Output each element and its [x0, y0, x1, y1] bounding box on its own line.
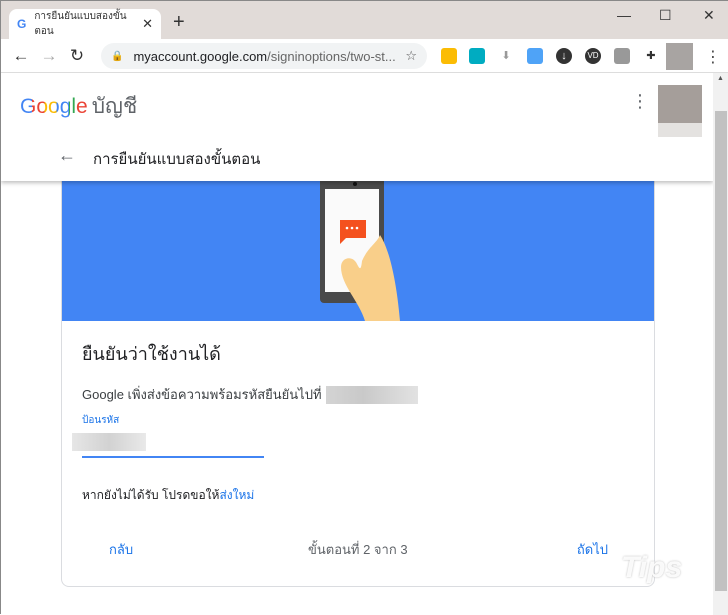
maximize-button[interactable]: ☐ — [659, 7, 672, 24]
card-description: Google เพิ่งส่งข้อความพร้อมรหัสยืนยันไปท… — [82, 387, 322, 402]
google-account-logo[interactable]: Google บัญชี — [20, 90, 137, 123]
tips-watermark: Tips — [621, 551, 683, 584]
step-indicator: ขั้นตอนที่ 2 จาก 3 — [308, 542, 408, 557]
browser-tab[interactable]: G การยืนยันแบบสองขั้นตอน ✕ — [9, 9, 161, 39]
account-label: บัญชี — [91, 95, 138, 118]
extension-qr-icon[interactable] — [614, 48, 630, 64]
profile-avatar[interactable] — [666, 43, 693, 70]
account-avatar-blur — [658, 123, 702, 137]
url-path: /signinoptions/two-st... — [267, 48, 396, 64]
apps-menu-icon[interactable]: ⋮ — [631, 91, 649, 112]
extensions-puzzle-icon[interactable]: ✚ — [643, 48, 659, 64]
verification-code-input[interactable] — [72, 428, 264, 458]
extension-cloud-icon[interactable] — [527, 48, 543, 64]
browser-toolbar: ← → ↻ 🔒 myaccount.google.com/signinoptio… — [1, 39, 728, 73]
verification-card: ยืนยันว่าใช้งานได้ Google เพิ่งส่งข้อควา… — [61, 163, 655, 587]
extension-vd-icon[interactable]: VD — [585, 48, 601, 64]
close-tab-icon[interactable]: ✕ — [142, 16, 153, 32]
lock-icon: 🔒 — [111, 50, 124, 62]
extension-download-icon[interactable]: ↓ — [556, 48, 572, 64]
back-button[interactable]: กลับ — [109, 539, 133, 560]
scroll-up-arrow-icon[interactable]: ▲ — [717, 75, 724, 82]
extension-book-icon[interactable] — [469, 48, 485, 64]
page: Google บัญชี ⋮ ← การยืนยันแบบสองขั้นตอน ย… — [1, 73, 713, 615]
phone-hand-illustration — [320, 181, 400, 321]
back-arrow-icon[interactable]: ← — [58, 145, 76, 166]
code-field-label: ป้อนรหัส — [82, 415, 120, 426]
back-button[interactable]: ← — [7, 46, 35, 66]
browser-menu-icon[interactable]: ⋮ — [705, 47, 721, 67]
redacted-code-value — [72, 433, 146, 451]
forward-button[interactable]: → — [35, 46, 63, 66]
url-host: myaccount.google.com — [133, 48, 268, 64]
card-title: ยืนยันว่าใช้งานได้ — [82, 344, 221, 364]
extension-photo-icon[interactable] — [441, 48, 457, 64]
resend-prompt: หากยังไม่ได้รับ โปรดขอให้ — [82, 488, 220, 502]
new-tab-button[interactable]: + — [173, 11, 185, 34]
scrollbar[interactable]: ▲ — [713, 73, 728, 615]
address-bar[interactable]: 🔒 myaccount.google.com/signinoptions/two… — [101, 43, 427, 69]
google-logo: Google — [20, 95, 88, 118]
resend-link[interactable]: ส่งใหม่ — [219, 488, 254, 502]
next-button[interactable]: ถัดไป — [577, 539, 608, 560]
phone-illustration-banner — [62, 181, 654, 321]
extension-download-arrow-icon[interactable]: ⬇ — [498, 48, 514, 64]
redacted-phone-number — [325, 385, 418, 404]
close-window-button[interactable]: ✕ — [703, 7, 715, 24]
account-avatar[interactable] — [658, 85, 702, 123]
tab-strip: G การยืนยันแบบสองขั้นตอน ✕ + — ☐ ✕ — [1, 1, 728, 39]
account-header: Google บัญชี ⋮ ← การยืนยันแบบสองขั้นตอน — [1, 73, 713, 181]
bookmark-star-icon[interactable]: ☆ — [405, 48, 417, 64]
page-title: การยืนยันแบบสองขั้นตอน — [93, 151, 261, 168]
google-favicon-icon: G — [17, 17, 27, 31]
minimize-button[interactable]: — — [617, 7, 631, 23]
scrollbar-thumb[interactable] — [715, 111, 727, 591]
tab-title: การยืนยันแบบสองขั้นตอน — [34, 11, 127, 37]
reload-button[interactable]: ↻ — [63, 46, 91, 66]
